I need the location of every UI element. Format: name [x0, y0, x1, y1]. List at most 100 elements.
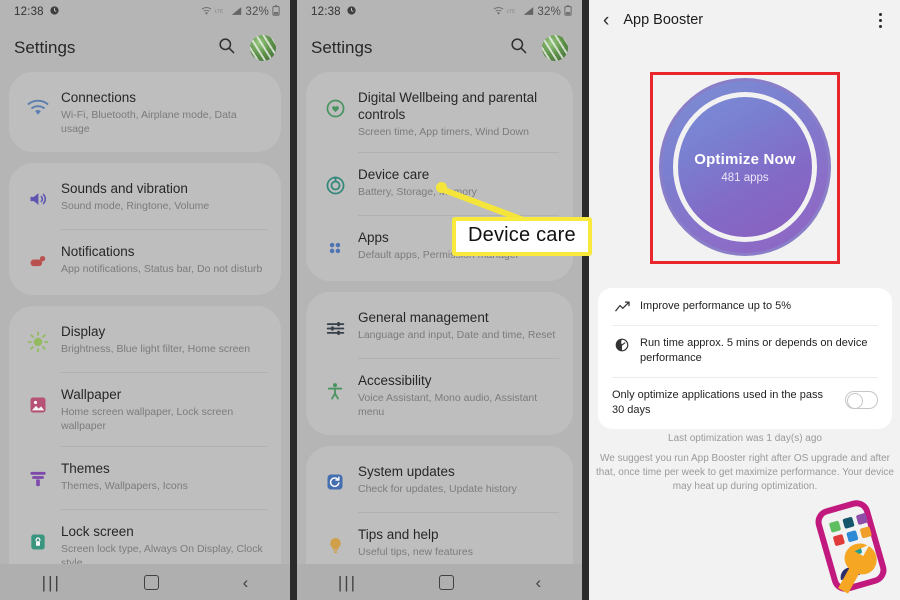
info-row-runtime: Run time approx. 5 mins or depends on de…: [598, 325, 892, 377]
row-text: Themes Themes, Wallpapers, Icons: [61, 459, 267, 493]
info-row-text: Improve performance up to 5%: [640, 300, 792, 312]
status-bar-right: LTE 32%: [493, 5, 572, 19]
row-title: Sounds and vibration: [61, 181, 188, 196]
row-text: Lock screen Screen lock type, Always On …: [61, 522, 267, 570]
sliders-icon: [318, 311, 352, 345]
callout-label-device-care: Device care: [452, 217, 592, 256]
phone-panel-settings-scrolled: 12:38 LTE 32% Settings Digital Wellbeing…: [297, 0, 582, 600]
sidebar-item-themes[interactable]: Themes Themes, Wallpapers, Icons: [9, 446, 281, 509]
sidebar-item-notifications[interactable]: Notifications App notifications, Status …: [9, 229, 281, 292]
suggestion-text: We suggest you run App Booster right aft…: [596, 453, 894, 492]
sidebar-item-accessibility[interactable]: Accessibility Voice Assistant, Mono audi…: [306, 358, 573, 432]
page-title: Settings: [14, 38, 76, 57]
row-subtitle: App notifications, Status bar, Do not di…: [61, 263, 263, 275]
sidebar-item-digital-wellbeing[interactable]: Digital Wellbeing and parental controls …: [306, 75, 573, 152]
panel-divider: [582, 0, 589, 600]
row-title: Wallpaper: [61, 387, 122, 402]
brightness-icon: [21, 325, 55, 359]
settings-list-middle[interactable]: Digital Wellbeing and parental controls …: [297, 72, 582, 600]
overflow-menu-icon[interactable]: [875, 11, 886, 30]
header-actions: [509, 35, 568, 61]
recents-button[interactable]: |||: [42, 574, 61, 591]
navigation-bar: ||| ‹: [297, 564, 582, 600]
info-row-text: Only optimize applications used in the p…: [612, 389, 823, 416]
battery-icon: [564, 5, 572, 19]
row-subtitle: Wi-Fi, Bluetooth, Airplane mode, Data us…: [61, 109, 237, 135]
page-title: Settings: [311, 38, 373, 57]
status-bar-left: 12:38: [311, 5, 357, 19]
row-title: Digital Wellbeing and parental controls: [358, 90, 538, 122]
settings-group: General management Language and input, D…: [306, 292, 573, 435]
status-bar-right: LTE 32%: [201, 5, 280, 19]
row-title: Connections: [61, 90, 137, 105]
wifi-icon: [493, 6, 504, 19]
clock-icon: [612, 336, 632, 352]
row-title: Notifications: [61, 244, 135, 259]
sidebar-item-general-management[interactable]: General management Language and input, D…: [306, 295, 573, 358]
row-title: Accessibility: [358, 373, 432, 388]
themes-icon: [21, 462, 55, 496]
row-title: General management: [358, 310, 489, 325]
search-icon[interactable]: [509, 36, 528, 60]
row-subtitle: Screen time, App timers, Wind Down: [358, 126, 529, 138]
callout-anchor-dot: [436, 182, 447, 193]
settings-group: Connections Wi-Fi, Bluetooth, Airplane m…: [9, 72, 281, 152]
row-title: Tips and help: [358, 527, 439, 542]
sidebar-item-sounds-and-vibration[interactable]: Sounds and vibration Sound mode, Rington…: [9, 166, 281, 229]
search-icon[interactable]: [217, 36, 236, 60]
header-actions: [217, 35, 276, 61]
status-bar: 12:38 LTE 32%: [297, 0, 582, 24]
row-text: Sounds and vibration Sound mode, Rington…: [61, 179, 267, 213]
sidebar-item-wallpaper[interactable]: Wallpaper Home screen wallpaper, Lock sc…: [9, 372, 281, 446]
status-time: 12:38: [14, 6, 44, 18]
panel-divider: [290, 0, 297, 600]
device-care-icon: [318, 168, 352, 202]
only-optimize-recent-toggle[interactable]: [845, 391, 878, 409]
home-button[interactable]: [144, 574, 160, 590]
info-row-only-recent-apps: Only optimize applications used in the p…: [598, 377, 892, 429]
row-subtitle: Useful tips, new features: [358, 546, 473, 558]
status-time: 12:38: [311, 6, 341, 18]
sidebar-item-display[interactable]: Display Brightness, Blue light filter, H…: [9, 309, 281, 372]
avatar[interactable]: [250, 35, 276, 61]
row-title: Lock screen: [61, 524, 134, 539]
back-button[interactable]: ‹: [535, 574, 541, 591]
row-subtitle: Voice Assistant, Mono audio, Assistant m…: [358, 392, 538, 418]
row-title: Device care: [358, 167, 430, 182]
wifi-icon: [21, 91, 55, 125]
battery-icon: [272, 5, 280, 19]
row-text: Device care Battery, Storage, Memory: [358, 165, 559, 199]
back-button[interactable]: ‹: [243, 574, 249, 591]
avatar[interactable]: [542, 35, 568, 61]
row-subtitle: Check for updates, Update history: [358, 483, 517, 495]
settings-list-left[interactable]: Connections Wi-Fi, Bluetooth, Airplane m…: [0, 72, 290, 600]
highlight-box-optimize: [650, 72, 840, 264]
page-title: App Booster: [623, 12, 704, 28]
row-text: Display Brightness, Blue light filter, H…: [61, 322, 267, 356]
signal-bars-icon: [523, 6, 534, 19]
row-subtitle: Brightness, Blue light filter, Home scre…: [61, 343, 251, 355]
row-text: Accessibility Voice Assistant, Mono audi…: [358, 371, 559, 419]
info-row-text: Run time approx. 5 mins or depends on de…: [640, 337, 868, 364]
info-row-performance: Improve performance up to 5%: [598, 288, 892, 325]
row-text: Tips and help Useful tips, new features: [358, 525, 559, 559]
trend-up-icon: [612, 299, 632, 313]
row-title: Display: [61, 324, 106, 339]
lte-icon: LTE: [507, 6, 520, 18]
app-booster-header: ‹ App Booster: [589, 0, 900, 40]
back-chevron-icon[interactable]: ‹: [603, 11, 609, 30]
settings-header: Settings: [297, 24, 582, 72]
row-subtitle: Language and input, Date and time, Reset: [358, 329, 556, 341]
alarm-icon: [49, 5, 60, 19]
svg-text:LTE: LTE: [507, 9, 515, 14]
sidebar-item-connections[interactable]: Connections Wi-Fi, Bluetooth, Airplane m…: [9, 75, 281, 149]
row-text: General management Language and input, D…: [358, 308, 559, 342]
recents-button[interactable]: |||: [338, 574, 357, 591]
app-booster-info-card: Improve performance up to 5% Run time ap…: [598, 288, 892, 429]
sidebar-item-system-updates[interactable]: System updates Check for updates, Update…: [306, 449, 573, 512]
svg-text:LTE: LTE: [215, 9, 223, 14]
home-button[interactable]: [438, 574, 454, 590]
row-title: Themes: [61, 461, 110, 476]
accessibility-icon: [318, 374, 352, 408]
battery-percent: 32%: [245, 6, 269, 18]
